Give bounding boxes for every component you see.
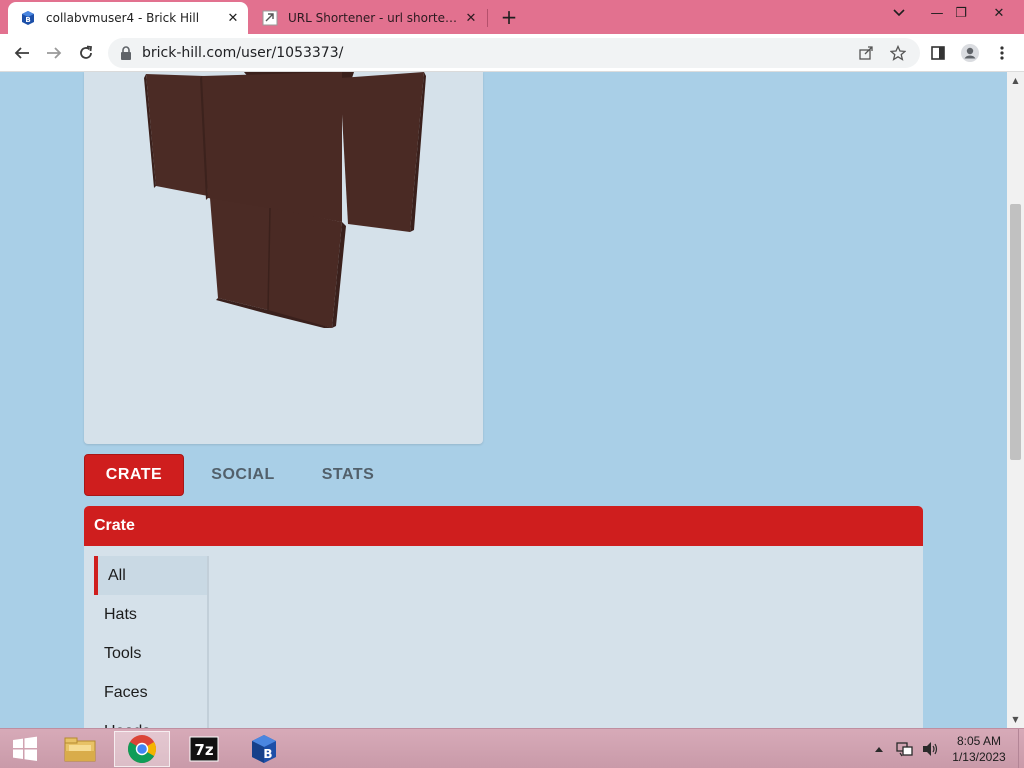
crate-title: Crate <box>84 506 923 546</box>
side-panel-icon[interactable] <box>924 39 952 67</box>
close-tab-icon[interactable]: ✕ <box>460 7 482 29</box>
browser-tab-url-shortener[interactable]: URL Shortener - url shortening s ✕ <box>250 2 486 34</box>
forward-button[interactable] <box>40 39 68 67</box>
crate-category-hats[interactable]: Hats <box>94 595 207 634</box>
crate-category-all[interactable]: All <box>94 556 207 595</box>
tab-crate[interactable]: CRATE <box>84 454 184 496</box>
crate-category-faces[interactable]: Faces <box>94 673 207 712</box>
page-scrollbar[interactable]: ▲ ▼ <box>1007 72 1024 728</box>
network-icon[interactable] <box>896 729 914 768</box>
brick-hill-icon: B <box>22 11 34 25</box>
clock-time: 8:05 AM <box>956 734 1002 748</box>
avatar-card <box>84 72 483 444</box>
start-button[interactable] <box>2 731 48 767</box>
tab-separator <box>487 9 488 27</box>
reload-button[interactable] <box>72 39 100 67</box>
browser-tab-strip: B collabvmuser4 - Brick Hill ✕ URL Short… <box>0 0 1024 34</box>
file-explorer-button[interactable] <box>52 731 108 767</box>
svg-text:B: B <box>25 16 30 24</box>
crate-category-menu: All Hats Tools Faces Heads <box>94 556 209 736</box>
show-desktop-button[interactable] <box>1018 729 1024 768</box>
new-tab-button[interactable]: + <box>497 5 521 29</box>
windows-taskbar: 7z B 8:05 AM 1/13/2023 <box>0 728 1024 768</box>
address-bar[interactable]: brick-hill.com/user/1053373/ <box>108 38 920 68</box>
folder-icon <box>64 737 96 762</box>
restore-button[interactable]: ❐ <box>944 0 978 26</box>
back-arrow-icon <box>14 47 29 59</box>
link-icon <box>262 10 278 26</box>
crate-card: Crate All Hats Tools Faces Heads <box>84 506 923 736</box>
share-icon[interactable] <box>852 39 880 67</box>
7zip-button[interactable]: 7z <box>176 731 232 767</box>
7zip-icon: 7z <box>189 736 219 762</box>
brick-hill-button[interactable]: B <box>236 731 292 767</box>
scroll-down-arrow-icon[interactable]: ▼ <box>1007 711 1024 728</box>
browser-toolbar: brick-hill.com/user/1053373/ <box>0 34 1024 72</box>
tab-social[interactable]: SOCIAL <box>196 454 290 496</box>
close-tab-icon[interactable]: ✕ <box>222 7 244 29</box>
browser-tab-brick-hill[interactable]: B collabvmuser4 - Brick Hill ✕ <box>8 2 248 34</box>
svg-text:7z: 7z <box>194 741 213 759</box>
show-hidden-icons-arrow-icon[interactable] <box>874 729 884 768</box>
crate-category-tools[interactable]: Tools <box>94 634 207 673</box>
windows-logo-icon <box>13 736 37 761</box>
forward-arrow-icon <box>47 47 62 59</box>
url-text: brick-hill.com/user/1053373/ <box>142 45 344 61</box>
chrome-icon <box>128 735 156 763</box>
lock-icon <box>121 46 131 60</box>
reload-icon <box>80 45 93 59</box>
svg-text:B: B <box>263 747 272 761</box>
more-menu-icon[interactable] <box>988 39 1016 67</box>
browser-tab-title: collabvmuser4 - Brick Hill <box>46 11 200 25</box>
back-button[interactable] <box>8 39 36 67</box>
profile-icon[interactable] <box>956 39 984 67</box>
close-window-button[interactable]: ✕ <box>982 0 1016 26</box>
browser-tab-title: URL Shortener - url shortening s <box>288 11 460 25</box>
scroll-up-arrow-icon[interactable]: ▲ <box>1007 72 1024 89</box>
taskbar-clock[interactable]: 8:05 AM 1/13/2023 <box>944 733 1014 765</box>
bookmark-star-icon[interactable] <box>884 39 912 67</box>
tab-search-dropdown-icon[interactable] <box>882 0 916 26</box>
chrome-button[interactable] <box>114 731 170 767</box>
tab-stats[interactable]: STATS <box>306 454 390 496</box>
clock-date: 1/13/2023 <box>952 750 1006 764</box>
volume-icon[interactable] <box>922 729 940 768</box>
scrollbar-thumb[interactable] <box>1010 204 1021 460</box>
avatar-3d-figure <box>144 72 426 328</box>
brick-hill-icon: B <box>252 735 276 763</box>
